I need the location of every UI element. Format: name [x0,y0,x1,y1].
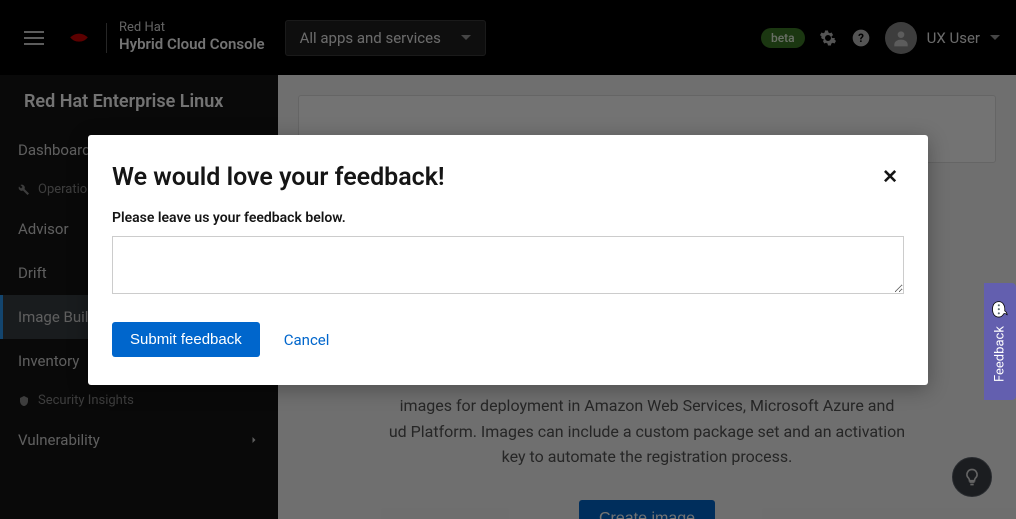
cancel-link[interactable]: Cancel [284,331,330,349]
feedback-tab-label: Feedback [993,326,1008,382]
close-icon[interactable]: ✕ [876,163,904,190]
feedback-side-tab[interactable]: Feedback 💬 [984,283,1016,400]
modal-title: We would love your feedback! [112,163,445,192]
feedback-textarea[interactable] [112,236,904,294]
submit-feedback-button[interactable]: Submit feedback [112,322,260,357]
feedback-modal: We would love your feedback! ✕ Please le… [88,135,928,385]
chat-icon: 💬 [991,302,1008,318]
feedback-label: Please leave us your feedback below. [112,210,904,226]
